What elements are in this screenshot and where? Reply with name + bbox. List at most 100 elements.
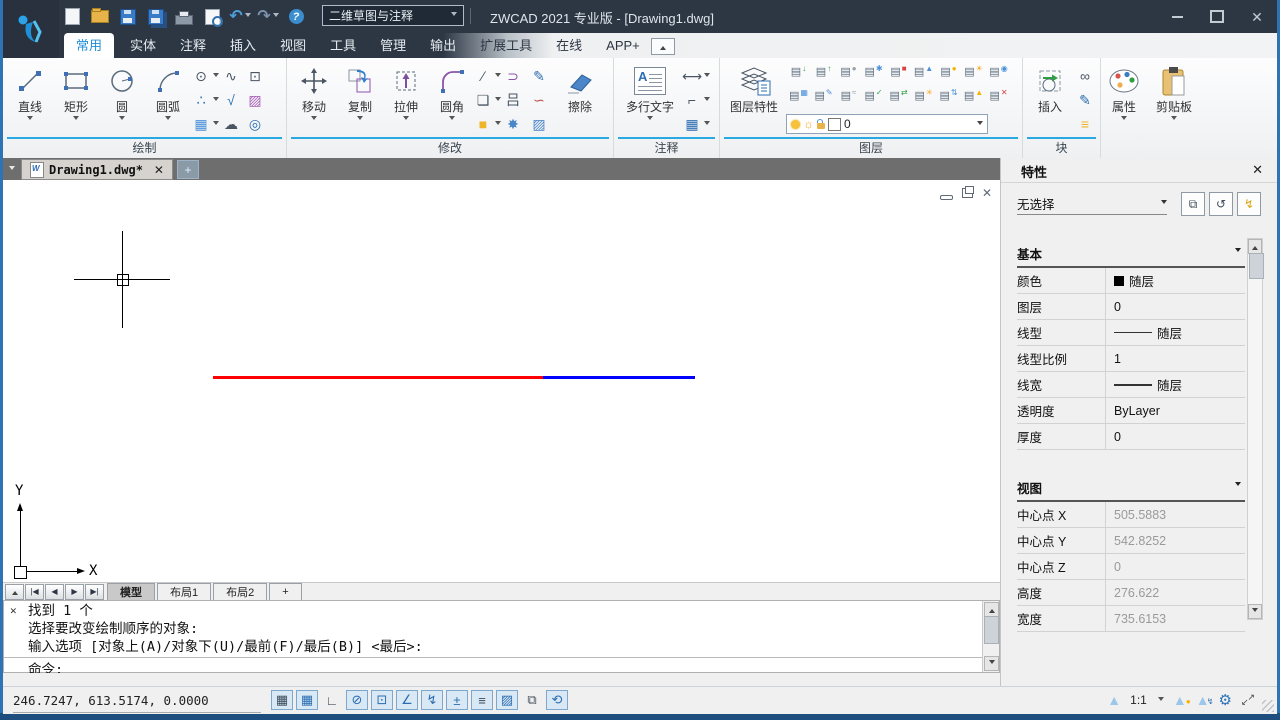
collapse-tabs-button[interactable] (5, 584, 24, 600)
property-value[interactable]: 735.6153 (1105, 606, 1245, 631)
ribbon-tab-APP+[interactable]: APP+ (594, 33, 652, 58)
layout-tab-布局2[interactable]: 布局2 (213, 583, 267, 601)
new-document-tab-button[interactable]: + (177, 160, 199, 179)
property-value[interactable]: 随层 (1105, 372, 1245, 397)
ortho-icon[interactable]: ∟ (321, 690, 343, 710)
layout-tab-布局1[interactable]: 布局1 (157, 583, 211, 601)
chevron-down-icon[interactable] (495, 121, 501, 128)
property-value[interactable]: 0 (1105, 554, 1245, 579)
quick-select-button[interactable]: ⧉ (1181, 192, 1205, 216)
spline-button[interactable]: ∿ (221, 66, 245, 86)
chevron-down-icon[interactable] (1121, 116, 1127, 123)
chevron-down-icon[interactable] (213, 97, 219, 104)
annotation-visibility-icon[interactable]: ▲● (1173, 693, 1187, 707)
divide-button[interactable]: ∴ (191, 90, 221, 110)
gradient-button[interactable]: ▦ (191, 114, 221, 134)
line-button[interactable]: 直线 (9, 62, 51, 123)
property-value[interactable]: 542.8252 (1105, 528, 1245, 553)
layout-tab-+[interactable]: + (269, 583, 301, 601)
table-button[interactable]: ▦ (682, 114, 716, 134)
chevron-down-icon[interactable] (165, 116, 171, 123)
properties-button[interactable]: 属性 (1103, 62, 1145, 123)
property-value[interactable]: ByLayer (1105, 398, 1245, 423)
layer-sync-button[interactable]: ▤⇅ (936, 89, 961, 111)
osnap-icon[interactable]: ⊡ (371, 690, 393, 710)
copy-button[interactable]: 复制 (339, 62, 381, 123)
section-header-基本[interactable]: 基本 (1017, 240, 1245, 268)
move-button[interactable]: 移动 (293, 62, 335, 123)
scale-button[interactable]: ■ (473, 114, 503, 134)
mtext-button[interactable]: A 多行文字 (622, 62, 678, 123)
layer-freeze-button[interactable]: ▤✱ (861, 65, 886, 87)
rectangle-button[interactable]: 矩形 (55, 62, 97, 123)
scrollbar-thumb[interactable] (1249, 253, 1264, 279)
ribbon-tab-输出[interactable]: 输出 (418, 33, 468, 58)
properties-scrollbar[interactable] (1247, 238, 1263, 620)
fillet-button[interactable]: 圆角 (431, 62, 473, 123)
dynamic-input-icon[interactable]: ↯ (421, 690, 443, 710)
ribbon-tab-注释[interactable]: 注释 (168, 33, 218, 58)
help-button[interactable]: ? (284, 6, 308, 28)
command-scrollbar[interactable] (982, 601, 999, 672)
scroll-up-button[interactable] (984, 602, 999, 617)
prev-tab-button[interactable]: ◀ (45, 584, 64, 600)
chevron-down-icon[interactable] (704, 73, 710, 80)
region-button[interactable]: ⊡ (245, 66, 269, 86)
first-tab-button[interactable]: |◀ (25, 584, 44, 600)
property-value[interactable]: 0 (1105, 294, 1245, 319)
scrollbar-thumb[interactable] (984, 616, 999, 644)
stretch-button[interactable]: 拉伸 (385, 62, 427, 123)
close-icon[interactable]: ✕ (154, 163, 164, 177)
save-button[interactable] (116, 6, 140, 28)
trim-button[interactable]: ∕ (473, 66, 503, 86)
cycle-select-icon[interactable]: ⟲ (546, 690, 568, 710)
chevron-down-icon[interactable] (1171, 116, 1177, 123)
ribbon-tab-在线[interactable]: 在线 (544, 33, 594, 58)
grid-icon[interactable]: ▦ (271, 690, 293, 710)
new-document-button[interactable] (60, 6, 84, 28)
document-tab[interactable]: Drawing1.dwg* ✕ (21, 159, 173, 180)
explode-button[interactable]: ✸ (503, 114, 529, 134)
layer-add-button[interactable]: ▤↓ (786, 65, 811, 87)
ribbon-tab-工具[interactable]: 工具 (318, 33, 368, 58)
mdi-close-icon[interactable]: ✕ (982, 186, 992, 200)
last-tab-button[interactable]: ▶| (85, 584, 104, 600)
property-value[interactable]: 505.5883 (1105, 502, 1245, 527)
polyline-button[interactable]: √ (221, 90, 245, 110)
insert-button[interactable]: 插入 (1029, 62, 1071, 114)
point-button[interactable]: ⊙ (191, 66, 221, 86)
chevron-down-icon[interactable] (449, 116, 455, 123)
chevron-down-icon[interactable] (73, 116, 79, 123)
toggle-pickadd-button[interactable]: ↯ (1237, 192, 1261, 216)
edit-hatch-button[interactable]: ▨ (529, 114, 555, 134)
workspace-dropdown[interactable]: 二维草图与注释 (322, 5, 464, 26)
red-line-entity[interactable] (213, 376, 543, 379)
arc-button[interactable]: 圆弧 (147, 62, 189, 123)
scroll-down-button[interactable] (1248, 604, 1262, 619)
command-window[interactable]: ✕ 找到 1 个选择要改变绘制顺序的对象:输入选项 [对象上(A)/对象下(U)… (3, 600, 1000, 673)
chevron-down-icon[interactable] (495, 73, 501, 80)
scroll-down-button[interactable] (984, 656, 999, 671)
layer-dropdown[interactable]: ☼ 0 (786, 114, 988, 134)
property-value[interactable]: 276.622 (1105, 580, 1245, 605)
select-objects-button[interactable]: ↺ (1209, 192, 1233, 216)
donut-button[interactable]: ◎ (245, 114, 269, 134)
chevron-down-icon[interactable] (1158, 697, 1164, 704)
ribbon-tab-插入[interactable]: 插入 (218, 33, 268, 58)
layer-unlock-button[interactable]: ▤▲ (911, 65, 936, 87)
minimize-button[interactable] (1164, 6, 1190, 28)
redo-button[interactable]: ↷ (256, 6, 280, 28)
fullscreen-icon[interactable]: ↗↙ (1241, 693, 1255, 707)
ribbon-tab-管理[interactable]: 管理 (368, 33, 418, 58)
layer-off-button[interactable]: ▤● (836, 65, 861, 87)
transparency-icon[interactable]: ▨ (496, 690, 518, 710)
selection-dropdown[interactable]: 无选择 (1017, 194, 1167, 215)
layer-match-button[interactable]: ▤✎ (811, 89, 836, 111)
chevron-down-icon[interactable] (213, 73, 219, 80)
circle-button[interactable]: 圆 (101, 62, 143, 123)
revision-cloud-button[interactable]: ☁ (221, 114, 245, 134)
undo-button[interactable]: ↶ (228, 6, 252, 28)
layer-properties-button[interactable]: 图层特性 (726, 62, 782, 114)
close-button[interactable]: ✕ (1244, 6, 1270, 28)
ribbon-collapse-button[interactable] (651, 38, 675, 55)
